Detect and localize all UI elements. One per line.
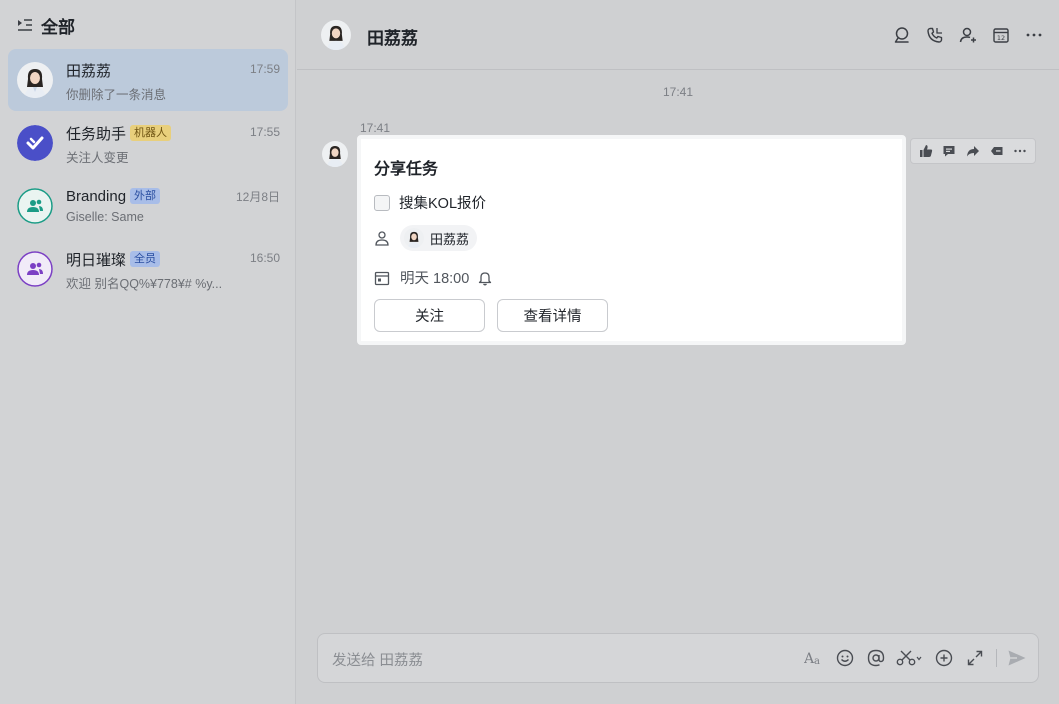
view-details-button[interactable]: 查看详情 (497, 299, 608, 332)
task-item-row: 搜集KOL报价 (374, 192, 486, 213)
chat-item-task-assistant[interactable]: 任务助手 机器人 17:55 关注人变更 (8, 112, 288, 174)
svg-text:12: 12 (997, 34, 1005, 42)
bell-icon (479, 271, 492, 285)
sidebar-title: 全部 (41, 17, 75, 37)
toolbar-divider (996, 649, 997, 667)
follow-button[interactable]: 关注 (374, 299, 485, 332)
chat-preview: 欢迎 别名QQ%¥778¥# %y... (66, 277, 223, 291)
sidebar: 全部 田荔荔 17:59 你删除了一条消息 任务助手 机器人 17:55 关注人… (0, 0, 296, 704)
chat-time: 17:59 (249, 62, 280, 76)
chat-name: Branding (66, 187, 127, 205)
shared-task-card[interactable]: 分享任务 搜集KOL报价 田荔荔 明天 18:00 关注 查看详情 (357, 135, 906, 345)
chat-item-branding[interactable]: Branding 外部 12月8日 Giselle: Same (8, 175, 288, 237)
chat-time: 16:50 (249, 251, 280, 265)
ding-icon[interactable] (988, 142, 1006, 160)
chat-preview: 你删除了一条消息 (66, 88, 167, 102)
time-divider: 17:41 (662, 85, 694, 99)
group-avatar (17, 251, 53, 287)
phone-icon[interactable] (924, 24, 946, 46)
calendar-icon (374, 271, 390, 285)
chat-list: 田荔荔 17:59 你删除了一条消息 任务助手 机器人 17:55 关注人变更 … (8, 49, 288, 301)
avatar (404, 228, 424, 248)
due-time[interactable]: 明天 18:00 (400, 267, 469, 288)
app-window: 全部 田荔荔 17:59 你删除了一条消息 任务助手 机器人 17:55 关注人… (0, 0, 1059, 704)
chat-preview: Giselle: Same (66, 210, 144, 224)
avatar[interactable] (321, 20, 351, 50)
scissors-icon[interactable] (896, 647, 924, 669)
name-row: 任务助手 机器人 (66, 123, 280, 143)
chat-name: 田荔荔 (66, 62, 112, 80)
group-icon (17, 188, 53, 224)
chat-time: 17:55 (249, 125, 280, 139)
chat-name: 明日璀璨 (66, 251, 127, 269)
forward-icon[interactable] (964, 142, 982, 160)
add-member-icon[interactable] (957, 24, 979, 46)
assignee-name: 田荔荔 (430, 231, 470, 247)
task-name[interactable]: 搜集KOL报价 (399, 192, 486, 213)
chat-panel: 田荔荔 12 17:41 17:41 分享任务 搜集KOL报价 田荔荔 明天 1… (297, 0, 1059, 704)
due-row: 明天 18:00 (374, 267, 493, 288)
chat-item-tianlili[interactable]: 田荔荔 17:59 你删除了一条消息 (8, 49, 288, 111)
chat-item-mingri[interactable]: 明日璀璨 全员 16:50 欢迎 别名QQ%¥778¥# %y... (8, 238, 288, 300)
card-title: 分享任务 (374, 161, 439, 178)
more-icon[interactable] (1011, 142, 1029, 160)
plus-icon[interactable] (933, 647, 955, 669)
avatar (17, 62, 53, 98)
composer-placeholder[interactable]: 发送给 田荔荔 (332, 649, 423, 670)
chat-title: 田荔荔 (367, 29, 418, 48)
chat-header: 田荔荔 12 (297, 0, 1059, 70)
name-row: 田荔荔 (66, 60, 280, 80)
reply-icon[interactable] (940, 142, 958, 160)
header-actions: 12 (880, 24, 1045, 46)
message-composer[interactable]: 发送给 田荔荔 Aa (317, 633, 1039, 683)
person-icon (375, 231, 389, 246)
task-bot-avatar (17, 125, 53, 161)
checkmark-icon (17, 125, 53, 161)
search-chat-icon[interactable] (891, 24, 913, 46)
collapse-menu-icon[interactable] (16, 16, 34, 34)
group-icon (17, 251, 53, 287)
send-icon[interactable] (1006, 647, 1028, 669)
emoji-icon[interactable] (834, 647, 856, 669)
composer-toolbar: Aa (794, 647, 1028, 669)
task-checkbox[interactable] (374, 194, 390, 211)
sidebar-header[interactable]: 全部 (16, 12, 75, 38)
avatar[interactable] (322, 141, 348, 167)
message-time: 17:41 (360, 121, 391, 135)
chat-preview: 关注人变更 (66, 151, 129, 165)
thumbs-up-icon[interactable] (917, 142, 935, 160)
assignee-chip[interactable]: 田荔荔 (400, 225, 478, 251)
expand-icon[interactable] (964, 647, 986, 669)
name-row: 明日璀璨 全员 (66, 249, 280, 269)
group-avatar (17, 188, 53, 224)
external-badge: 外部 (130, 188, 161, 204)
assignee-row: 田荔荔 (374, 225, 478, 251)
all-staff-badge: 全员 (130, 251, 161, 267)
calendar-icon[interactable]: 12 (990, 24, 1012, 46)
message-actions-bar (910, 138, 1036, 164)
font-format-icon[interactable]: Aa (803, 647, 825, 669)
chat-time: 12月8日 (235, 190, 280, 204)
mention-icon[interactable] (865, 647, 887, 669)
svg-text:a: a (814, 656, 820, 667)
more-icon[interactable] (1023, 24, 1045, 46)
chat-name: 任务助手 (66, 125, 127, 143)
bot-badge: 机器人 (130, 125, 172, 141)
